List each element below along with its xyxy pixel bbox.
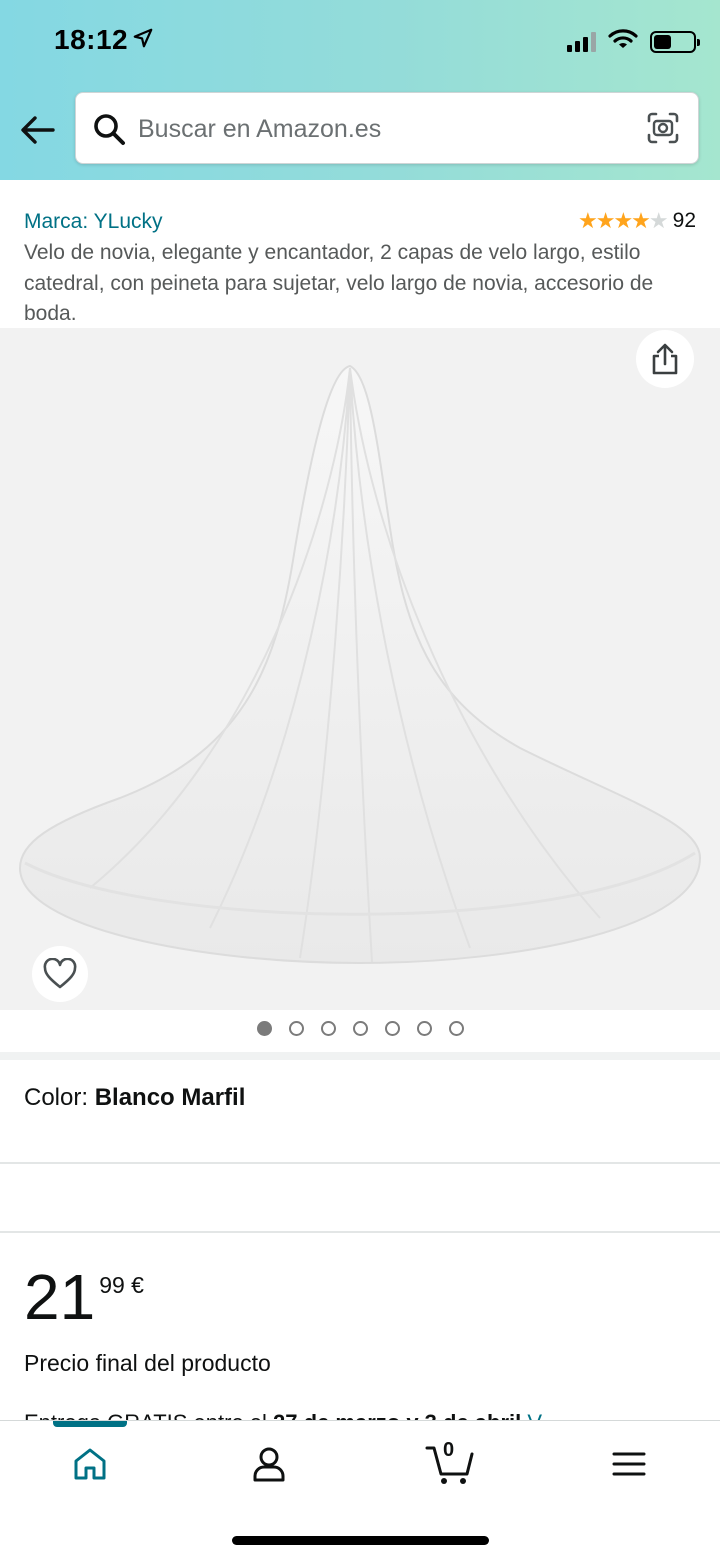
- status-time: 18:12: [54, 24, 129, 55]
- menu-icon: [612, 1452, 646, 1476]
- pagination-dot[interactable]: [352, 1021, 368, 1036]
- active-tab-indicator: [53, 1421, 127, 1427]
- divider: [0, 1231, 720, 1233]
- location-arrow-icon: [132, 27, 154, 54]
- cart-count: 0: [443, 1439, 455, 1461]
- back-button[interactable]: [18, 110, 58, 150]
- back-arrow-icon: [21, 116, 55, 144]
- price-fraction: 99 €: [99, 1272, 144, 1298]
- tab-menu[interactable]: [599, 1439, 659, 1489]
- color-selection: Color: Blanco Marfil: [24, 1084, 245, 1112]
- share-button[interactable]: [636, 330, 694, 388]
- product-title: Velo de novia, elegante y encantador, 2 …: [24, 241, 654, 325]
- pagination-dot[interactable]: [448, 1021, 464, 1036]
- pagination-dot[interactable]: [256, 1021, 272, 1036]
- pagination-dot[interactable]: [288, 1021, 304, 1036]
- product-image: [18, 364, 702, 965]
- wifi-icon: [608, 28, 638, 55]
- signal-icon: [567, 31, 596, 52]
- home-icon: [74, 1448, 106, 1480]
- camera-icon[interactable]: [646, 111, 680, 150]
- add-to-wishlist-button[interactable]: [32, 946, 88, 1002]
- rating-count[interactable]: 92: [673, 209, 696, 233]
- tab-cart[interactable]: 0: [420, 1439, 480, 1489]
- account-icon: [253, 1447, 285, 1482]
- brand-link[interactable]: Marca: YLucky: [24, 210, 163, 234]
- product-header: Marca: YLucky ★★★★★ 92: [24, 208, 696, 240]
- image-pagination[interactable]: [0, 1021, 720, 1036]
- share-icon: [652, 343, 678, 375]
- section-divider: [0, 1052, 720, 1060]
- tab-account[interactable]: [239, 1439, 299, 1489]
- price-note: Precio final del producto: [24, 1350, 271, 1376]
- search-input[interactable]: [138, 107, 628, 151]
- app-header: 18:12: [0, 0, 720, 180]
- color-label: Color:: [24, 1084, 95, 1111]
- divider: [0, 1162, 720, 1164]
- pagination-dot[interactable]: [320, 1021, 336, 1036]
- search-bar[interactable]: [75, 92, 699, 164]
- star-rating-icon: ★★★★★: [578, 208, 669, 233]
- search-icon: [92, 112, 126, 151]
- rating-summary[interactable]: ★★★★★ 92: [578, 208, 696, 234]
- tab-home[interactable]: [60, 1439, 120, 1489]
- battery-icon: [650, 30, 700, 53]
- home-indicator: [232, 1536, 489, 1545]
- heart-icon: [43, 958, 77, 989]
- status-indicators: [567, 28, 700, 55]
- price-whole: 21: [24, 1261, 96, 1333]
- price: 21 99 €: [24, 1262, 144, 1332]
- color-value: Blanco Marfil: [94, 1084, 246, 1111]
- pagination-dot[interactable]: [416, 1021, 432, 1036]
- pagination-dot[interactable]: [384, 1021, 400, 1036]
- product-image-gallery[interactable]: [0, 328, 720, 1010]
